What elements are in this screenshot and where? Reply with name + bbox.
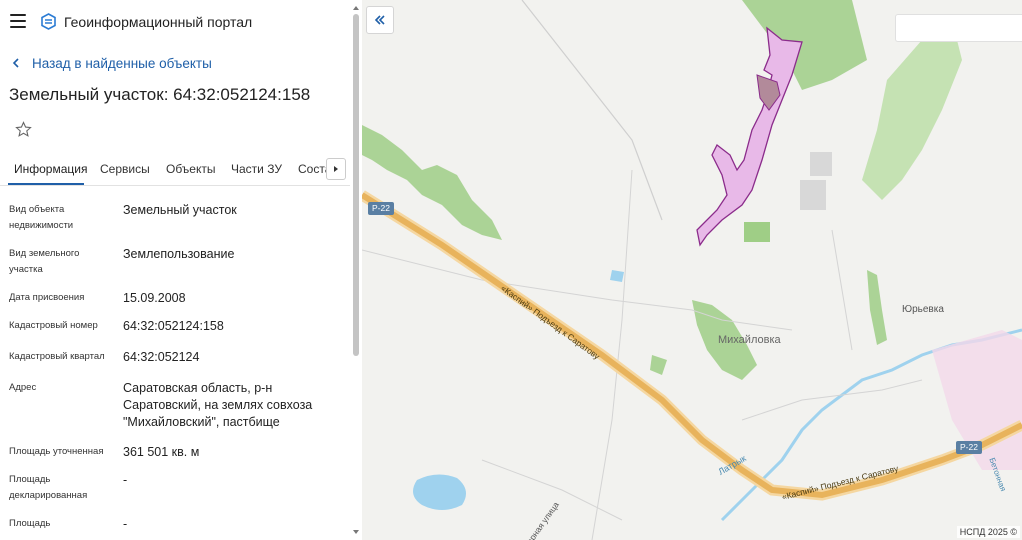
field-value: Саратовская область, р-н Саратовский, на…: [123, 381, 313, 429]
forest-area: [650, 355, 667, 375]
tabs-viewport: Информация Сервисы Объекты Части ЗУ Сост…: [0, 152, 326, 186]
field-value: 64:32:052124: [123, 350, 200, 364]
field-label: Площадь уточненная: [9, 446, 104, 457]
scroll-up-arrow-icon[interactable]: [352, 4, 360, 12]
tab-services[interactable]: Сервисы: [100, 162, 150, 176]
info-panel: Геоинформационный портал Назад в найденн…: [0, 0, 362, 540]
road-number-badge: Р-22: [368, 202, 394, 215]
field-label: Площадь: [9, 518, 51, 529]
road-number-badge: Р-22: [956, 441, 982, 454]
portal-logo-icon: [41, 13, 56, 30]
app-title: Геоинформационный портал: [64, 14, 253, 30]
field-label: Кадастровый квартал: [9, 351, 105, 362]
field-value: Земельный участок: [123, 203, 237, 217]
minor-road: [831, 229, 853, 351]
star-outline-icon[interactable]: [15, 121, 32, 138]
minor-road: [521, 0, 663, 221]
forest-area: [867, 270, 887, 345]
selected-land-parcel: [696, 26, 803, 247]
map-search-input[interactable]: [895, 14, 1022, 42]
map-canvas[interactable]: [362, 0, 1022, 540]
field-value: 15.09.2008: [123, 291, 186, 305]
back-to-results-link[interactable]: Назад в найденные объекты: [10, 54, 212, 72]
village-label: Юрьевка: [902, 304, 944, 315]
village-label: Михайловка: [718, 334, 781, 346]
field-label: Дата присвоения: [9, 292, 85, 303]
tab-composition[interactable]: Соста: [298, 162, 326, 176]
scroll-thumb[interactable]: [353, 14, 359, 356]
tab-parcel-parts[interactable]: Части ЗУ: [231, 162, 282, 176]
collapse-panel-button[interactable]: [366, 6, 394, 34]
building: [810, 152, 832, 176]
tab-objects[interactable]: Объекты: [166, 162, 216, 176]
lake: [413, 474, 466, 510]
field-value: 361 501 кв. м: [123, 445, 200, 459]
double-chevron-left-icon: [374, 15, 385, 25]
copyright-notice: НСПД 2025 ©: [956, 526, 1020, 538]
building: [800, 180, 826, 210]
field-label: Кадастровый номер: [9, 320, 98, 331]
sports-field: [744, 222, 770, 242]
forest-area: [362, 125, 502, 240]
back-label: Назад в найденные объекты: [32, 55, 212, 71]
field-label: Площадь декларированная: [9, 474, 88, 501]
chevron-left-icon: [12, 58, 19, 68]
pond: [610, 270, 624, 282]
caret-right-icon: [334, 166, 338, 172]
tabs-bar: Информация Сервисы Объекты Части ЗУ Сост…: [0, 152, 352, 186]
highway-r22: [362, 190, 1022, 501]
highway-r22: [362, 192, 1022, 499]
field-label: Вид земельного участка: [9, 248, 80, 275]
field-value: -: [123, 517, 128, 531]
minor-road: [741, 379, 923, 421]
active-tab-indicator: [8, 183, 84, 185]
field-value: 64:32:052124:158: [123, 319, 224, 333]
field-value: -: [123, 473, 128, 487]
panel-scrollbar[interactable]: [350, 0, 362, 540]
object-title: Земельный участок: 64:32:052124:158: [9, 85, 311, 104]
field-label: Вид объекта недвижимости: [9, 204, 74, 231]
tab-information[interactable]: Информация: [14, 162, 87, 176]
map-view[interactable]: Р-22 Р-22 «Каспий» Подъезд к Саратову «К…: [362, 0, 1022, 540]
field-label: Адрес: [9, 382, 37, 393]
hamburger-menu-icon[interactable]: [10, 14, 26, 28]
forest-area: [862, 20, 962, 200]
field-value: Землепользование: [123, 247, 235, 261]
app-header: Геоинформационный портал: [0, 0, 350, 44]
tabs-scroll-right-button[interactable]: [326, 158, 346, 180]
scroll-down-arrow-icon[interactable]: [352, 528, 360, 536]
